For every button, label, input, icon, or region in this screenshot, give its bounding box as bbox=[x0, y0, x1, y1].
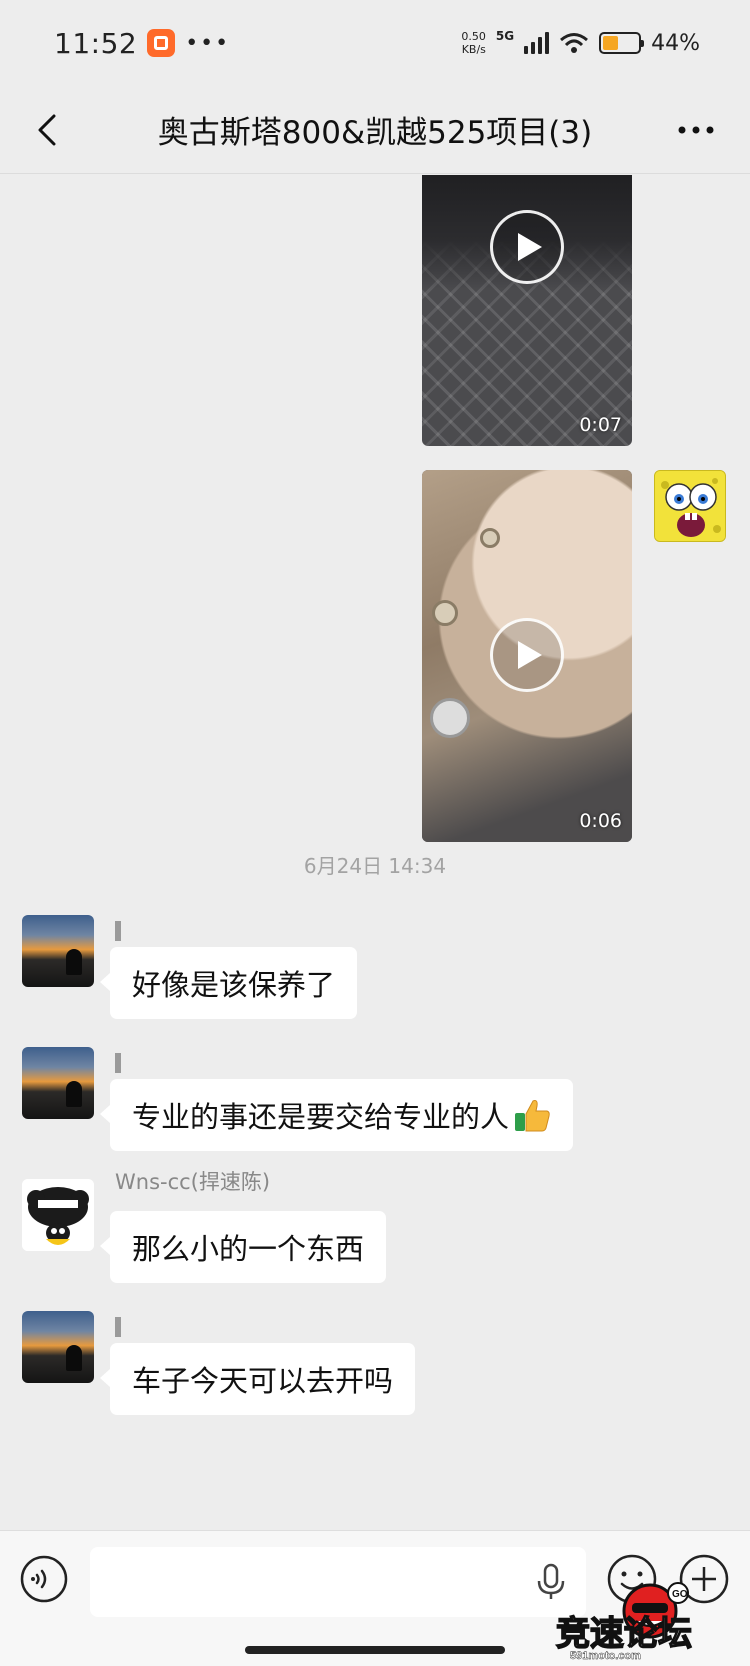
cell-signal-icon bbox=[524, 32, 550, 54]
more-options-icon[interactable] bbox=[672, 108, 720, 152]
my-avatar[interactable] bbox=[654, 470, 726, 542]
chat-title: 奥古斯塔800&凯越525项目(3) bbox=[157, 115, 593, 151]
sender-name-mark bbox=[115, 1053, 121, 1073]
app-notification-icon bbox=[147, 29, 176, 57]
sender-avatar[interactable] bbox=[22, 915, 94, 987]
svg-text:GO: GO bbox=[672, 1589, 688, 1600]
network-speed-unit: KB/s bbox=[461, 43, 486, 56]
chat-header: 奥古斯塔800&凯越525项目(3) bbox=[0, 86, 750, 174]
thumbnail-detail bbox=[432, 600, 458, 626]
video-message[interactable]: 0:06 bbox=[422, 470, 632, 842]
back-arrow-icon[interactable] bbox=[24, 106, 72, 154]
home-indicator[interactable] bbox=[245, 1646, 505, 1654]
battery-icon bbox=[599, 32, 645, 54]
sender-name-mark bbox=[115, 921, 121, 941]
message-text: 专业的事还是要交给专业的人 bbox=[132, 1100, 510, 1134]
message-timestamp: 6月24日 14:34 bbox=[303, 854, 447, 878]
voice-mode-icon[interactable] bbox=[20, 1555, 68, 1603]
video-message[interactable]: 0:07 bbox=[422, 175, 632, 446]
network-type: 5G bbox=[495, 29, 515, 43]
message-bubble[interactable]: 专业的事还是要交给专业的人 bbox=[99, 1079, 574, 1151]
play-icon[interactable] bbox=[490, 618, 564, 692]
crazy-scoot-avatar-image bbox=[22, 1179, 94, 1251]
more-notifications-icon: ••• bbox=[185, 30, 231, 56]
status-right: 0.50 KB/s 5G 44% bbox=[461, 29, 700, 57]
sender-avatar[interactable] bbox=[22, 1179, 94, 1251]
video-duration: 0:06 bbox=[579, 810, 622, 832]
avatar-silhouette bbox=[66, 949, 82, 975]
chat-messages[interactable]: 0:07 0:06 6月24日 14:34 好像是该保养了 专业的事还是要交给专… bbox=[0, 175, 750, 1530]
message-bubble[interactable]: 那么小的一个东西 bbox=[99, 1211, 387, 1283]
thumbnail-detail bbox=[480, 528, 500, 548]
watermark-url: 591moto.com bbox=[570, 1650, 641, 1661]
play-icon[interactable] bbox=[490, 210, 564, 284]
watermark-logo: GO 竞速论坛 591moto.com bbox=[555, 1582, 693, 1661]
network-speed-value: 0.50 bbox=[461, 30, 486, 43]
message-bubble[interactable]: 车子今天可以去开吗 bbox=[99, 1343, 416, 1415]
sender-name: Wns-cc(捍速陈) bbox=[115, 1170, 271, 1194]
status-bar: 11:52 ••• 0.50 KB/s 5G 44% bbox=[0, 0, 750, 86]
sender-avatar[interactable] bbox=[22, 1311, 94, 1383]
thumbs-up-icon bbox=[513, 1097, 551, 1133]
thumbnail-detail bbox=[430, 698, 470, 738]
network-speed: 0.50 KB/s bbox=[461, 30, 486, 56]
watermark-title: 竞速论坛 bbox=[556, 1614, 692, 1654]
status-time: 11:52 bbox=[54, 26, 138, 60]
message-bubble[interactable]: 好像是该保养了 bbox=[99, 947, 358, 1019]
wifi-icon bbox=[560, 33, 589, 53]
sender-avatar[interactable] bbox=[22, 1047, 94, 1119]
sender-name-mark bbox=[115, 1317, 121, 1337]
battery-percent: 44% bbox=[651, 30, 700, 56]
message-input[interactable] bbox=[90, 1547, 586, 1617]
video-duration: 0:07 bbox=[579, 414, 622, 436]
battery-fill bbox=[603, 36, 619, 50]
avatar-silhouette bbox=[66, 1081, 82, 1107]
spongebob-avatar-image bbox=[655, 471, 725, 541]
avatar-silhouette bbox=[66, 1345, 82, 1371]
